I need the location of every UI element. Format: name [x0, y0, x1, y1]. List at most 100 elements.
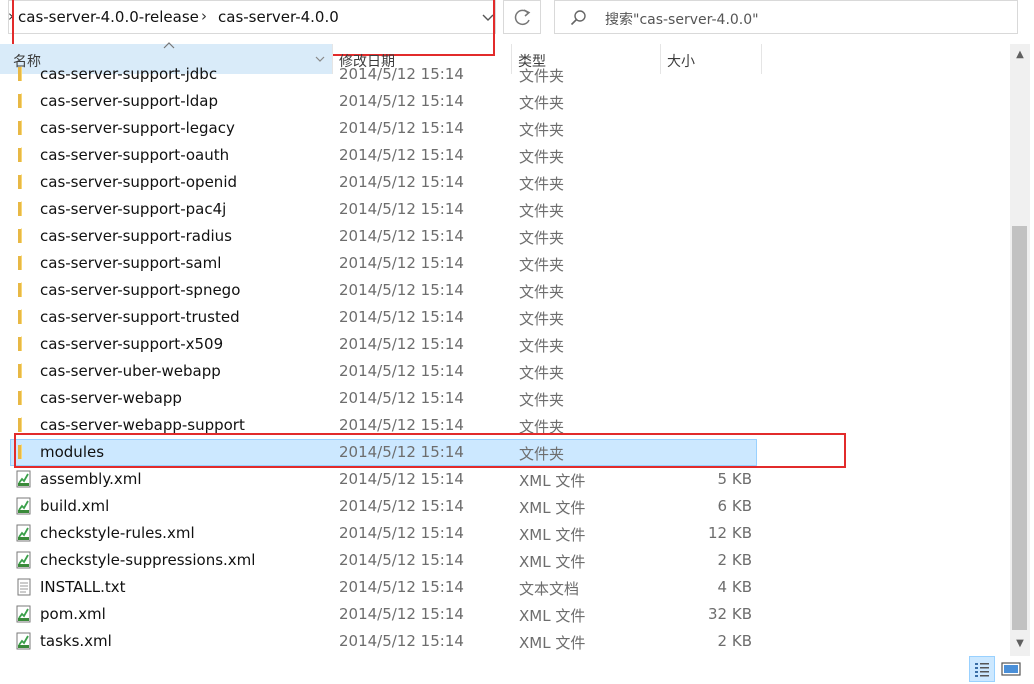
file-row[interactable]: assembly.xml 2014/5/12 15:14 XML 文件 5 KB	[0, 466, 1010, 493]
file-row[interactable]: cas-server-webapp-support 2014/5/12 15:14…	[0, 412, 1010, 439]
file-date: 2014/5/12 15:14	[339, 470, 464, 488]
file-row[interactable]: cas-server-support-spnego 2014/5/12 15:14…	[0, 277, 1010, 304]
file-row[interactable]: build.xml 2014/5/12 15:14 XML 文件 6 KB	[0, 493, 1010, 520]
search-icon	[570, 10, 586, 26]
xml-file-icon	[15, 524, 33, 542]
file-row[interactable]: cas-server-support-jdbc 2014/5/12 15:14 文件…	[0, 66, 1010, 88]
file-size: 5 KB	[717, 470, 752, 488]
folder-icon	[15, 443, 33, 461]
file-row[interactable]: checkstyle-suppressions.xml 2014/5/12 15:…	[0, 547, 1010, 574]
file-date: 2014/5/12 15:14	[339, 443, 464, 461]
chevron-down-icon[interactable]	[314, 54, 326, 64]
file-date: 2014/5/12 15:14	[339, 281, 464, 299]
chevron-right-icon[interactable]: ›	[201, 7, 207, 25]
file-name[interactable]: cas-server-support-radius	[40, 227, 232, 245]
search-input[interactable]: 搜索"cas-server-4.0.0"	[605, 9, 759, 29]
file-name[interactable]: modules	[40, 443, 104, 461]
file-date: 2014/5/12 15:14	[339, 524, 464, 542]
file-name[interactable]: cas-server-support-oauth	[40, 146, 229, 164]
refresh-button[interactable]	[503, 0, 541, 34]
scroll-up-arrow[interactable]: ▲	[1013, 48, 1027, 62]
refresh-icon	[514, 9, 531, 26]
file-name[interactable]: cas-server-support-pac4j	[40, 200, 226, 218]
file-name[interactable]: cas-server-support-saml	[40, 254, 221, 272]
folder-icon	[15, 335, 33, 353]
file-name[interactable]: cas-server-support-legacy	[40, 119, 235, 137]
file-name[interactable]: checkstyle-rules.xml	[40, 524, 195, 542]
file-name[interactable]: cas-server-support-ldap	[40, 92, 218, 110]
file-row[interactable]: modules 2014/5/12 15:14 文件夹	[0, 439, 1010, 466]
folder-icon	[15, 281, 33, 299]
scrollbar-thumb[interactable]	[1012, 226, 1027, 630]
file-row[interactable]: cas-server-support-x509 2014/5/12 15:14 文件…	[0, 331, 1010, 358]
file-size: 6 KB	[717, 497, 752, 515]
file-date: 2014/5/12 15:14	[339, 92, 464, 110]
file-date: 2014/5/12 15:14	[339, 254, 464, 272]
folder-icon	[15, 362, 33, 380]
file-row[interactable]: cas-server-support-pac4j 2014/5/12 15:14 文…	[0, 196, 1010, 223]
details-view-button[interactable]	[969, 656, 995, 682]
file-type: 文件夹	[519, 67, 565, 85]
file-name[interactable]: cas-server-support-spnego	[40, 281, 240, 299]
file-name[interactable]: tasks.xml	[40, 632, 112, 650]
file-name[interactable]: cas-server-webapp	[40, 389, 182, 407]
xml-file-icon	[15, 551, 33, 569]
xml-file-icon	[15, 497, 33, 515]
file-type: XML 文件	[519, 634, 586, 652]
folder-icon	[15, 200, 33, 218]
file-date: 2014/5/12 15:14	[339, 146, 464, 164]
file-type: 文件夹	[519, 229, 565, 247]
file-row[interactable]: cas-server-webapp 2014/5/12 15:14 文件夹	[0, 385, 1010, 412]
file-row[interactable]: checkstyle-rules.xml 2014/5/12 15:14 XML 文…	[0, 520, 1010, 547]
file-name[interactable]: build.xml	[40, 497, 109, 515]
file-type: 文本文档	[519, 580, 580, 598]
large-icons-view-icon	[1001, 662, 1021, 676]
file-type: 文件夹	[519, 283, 565, 301]
chevron-down-icon[interactable]	[477, 9, 499, 27]
file-name[interactable]: assembly.xml	[40, 470, 142, 488]
file-size: 32 KB	[708, 605, 752, 623]
file-row[interactable]: cas-server-support-oauth 2014/5/12 15:14 文…	[0, 142, 1010, 169]
file-name[interactable]: cas-server-support-jdbc	[40, 66, 217, 83]
file-date: 2014/5/12 15:14	[339, 200, 464, 218]
file-row[interactable]: cas-server-uber-webapp 2014/5/12 15:14 文件夹	[0, 358, 1010, 385]
file-type: 文件夹	[519, 364, 565, 382]
file-date: 2014/5/12 15:14	[339, 632, 464, 650]
file-row[interactable]: pom.xml 2014/5/12 15:14 XML 文件 32 KB	[0, 601, 1010, 628]
file-row[interactable]: INSTALL.txt 2014/5/12 15:14 文本文档 4 KB	[0, 574, 1010, 601]
breadcrumb-item[interactable]: cas-server-4.0.0	[218, 8, 339, 26]
file-type: 文件夹	[519, 310, 565, 328]
file-name[interactable]: INSTALL.txt	[40, 578, 126, 596]
file-name[interactable]: cas-server-support-trusted	[40, 308, 240, 326]
search-box[interactable]: 搜索"cas-server-4.0.0"	[554, 0, 1018, 34]
file-row[interactable]: cas-server-support-openid 2014/5/12 15:14…	[0, 169, 1010, 196]
file-date: 2014/5/12 15:14	[339, 578, 464, 596]
file-date: 2014/5/12 15:14	[339, 308, 464, 326]
file-row[interactable]: cas-server-support-saml 2014/5/12 15:14 文件…	[0, 250, 1010, 277]
file-type: 文件夹	[519, 418, 565, 436]
file-name[interactable]: checkstyle-suppressions.xml	[40, 551, 255, 569]
xml-file-icon	[15, 470, 33, 488]
file-row[interactable]: cas-server-support-legacy 2014/5/12 15:14…	[0, 115, 1010, 142]
file-row[interactable]: cas-server-support-trusted 2014/5/12 15:1…	[0, 304, 1010, 331]
file-row[interactable]: cas-server-support-radius 2014/5/12 15:14…	[0, 223, 1010, 250]
xml-file-icon	[15, 632, 33, 650]
file-row[interactable]: cas-server-support-ldap 2014/5/12 15:14 文件…	[0, 88, 1010, 115]
address-bar[interactable]: › cas-server-4.0.0-release › cas-server-…	[8, 0, 496, 34]
file-name[interactable]: cas-server-support-x509	[40, 335, 223, 353]
xml-file-icon	[15, 605, 33, 623]
breadcrumb-item[interactable]: cas-server-4.0.0-release	[18, 8, 199, 26]
folder-icon	[15, 119, 33, 137]
file-name[interactable]: pom.xml	[40, 605, 106, 623]
file-date: 2014/5/12 15:14	[339, 416, 464, 434]
file-type: XML 文件	[519, 526, 586, 544]
large-icons-view-button[interactable]	[998, 656, 1024, 682]
scroll-down-arrow[interactable]: ▼	[1013, 637, 1027, 651]
file-name[interactable]: cas-server-support-openid	[40, 173, 237, 191]
file-date: 2014/5/12 15:14	[339, 66, 464, 83]
file-name[interactable]: cas-server-uber-webapp	[40, 362, 221, 380]
folder-icon	[15, 92, 33, 110]
file-date: 2014/5/12 15:14	[339, 389, 464, 407]
file-row[interactable]: tasks.xml 2014/5/12 15:14 XML 文件 2 KB	[0, 628, 1010, 655]
file-name[interactable]: cas-server-webapp-support	[40, 416, 245, 434]
